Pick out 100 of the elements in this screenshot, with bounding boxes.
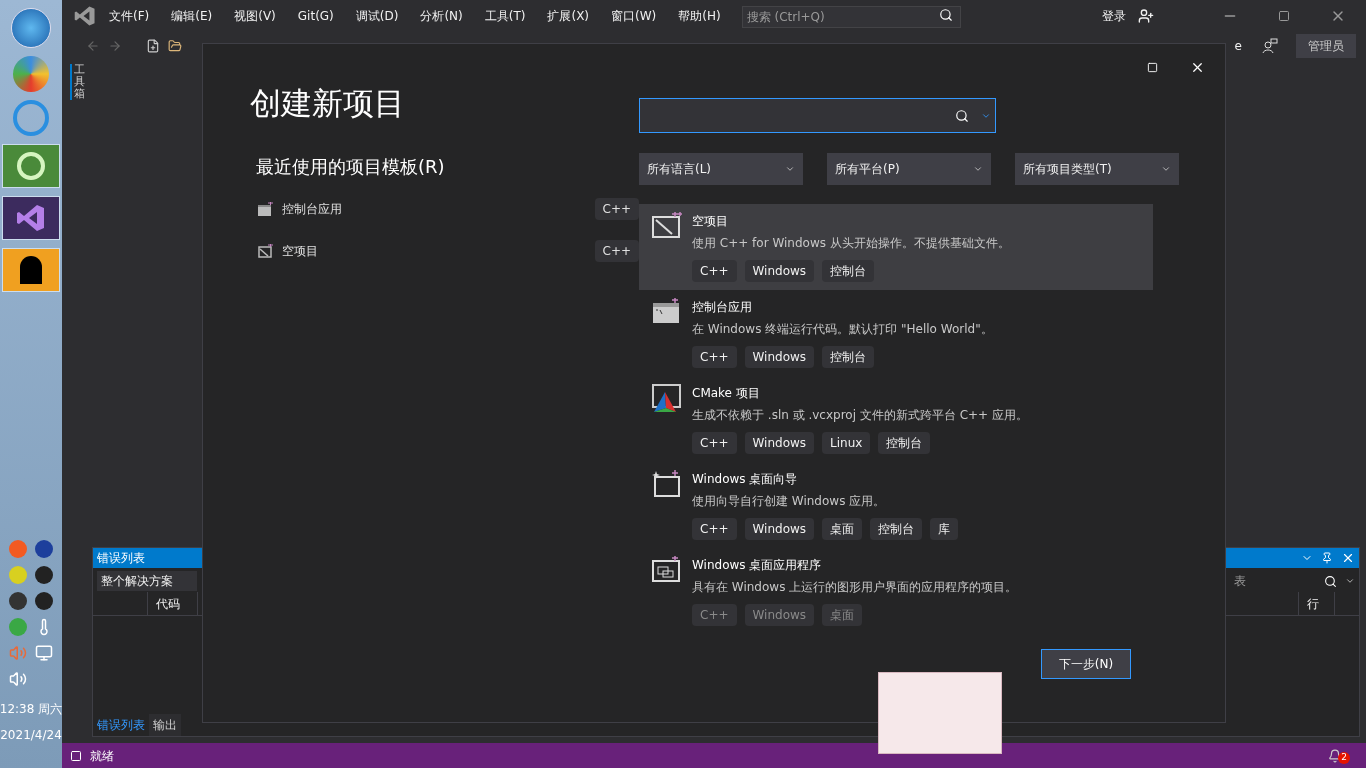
column-header[interactable]: 行: [1298, 592, 1334, 615]
search-icon[interactable]: [1324, 574, 1337, 588]
template-tag: Windows: [744, 518, 815, 540]
recent-template-item[interactable]: 控制台应用 C++: [258, 197, 639, 220]
search-icon: [955, 108, 969, 123]
dropdown-caret-icon: [973, 164, 983, 174]
template-item[interactable]: Windows 桌面向导 使用向导自行创建 Windows 应用。 C++ Windows 桌面 控制台 库: [639, 462, 1153, 548]
panel-tab[interactable]: 输出: [149, 714, 181, 736]
recent-template-item[interactable]: 空项目 C++: [258, 239, 639, 262]
menu-item[interactable]: 文件(F): [100, 7, 159, 25]
template-tag: 控制台: [822, 346, 875, 368]
scope-dropdown[interactable]: 整个解决方案: [97, 571, 197, 591]
template-name: 控制台应用: [282, 200, 343, 218]
network-monitor-icon[interactable]: [35, 644, 53, 662]
template-tag: 桌面: [822, 604, 863, 626]
penguin-app-button[interactable]: [2, 248, 60, 292]
menu-item[interactable]: 工具(T): [475, 7, 535, 25]
empty-project-icon: [652, 212, 682, 238]
forward-arrow-icon[interactable]: [108, 39, 122, 53]
dropdown-caret-icon: [1161, 164, 1171, 174]
visual-studio-app-button[interactable]: [2, 196, 60, 240]
console-window-icon: [652, 298, 682, 324]
menu-item[interactable]: 视图(V): [225, 7, 285, 25]
console-window-icon: [258, 201, 274, 216]
template-item[interactable]: Windows 桌面应用程序 具有在 Windows 上运行的图形用户界面的应用程序的项目。 C++ Windows 桌面: [639, 548, 1153, 634]
template-tag: C++: [692, 432, 737, 454]
maximize-icon[interactable]: [1147, 61, 1158, 73]
template-name: 控制台应用: [692, 299, 753, 316]
template-tag: 桌面: [822, 518, 863, 540]
sign-in-link[interactable]: 登录: [1102, 7, 1126, 25]
filter-dropdown[interactable]: 所有语言(L): [639, 153, 803, 185]
template-tag: Windows: [744, 346, 815, 368]
template-name: 空项目: [282, 242, 319, 260]
speaker-icon[interactable]: [9, 670, 27, 688]
search-field[interactable]: 搜索 (Ctrl+Q): [741, 6, 961, 28]
open-folder-icon[interactable]: [168, 39, 182, 53]
filter-dropdown[interactable]: 所有平台(P): [827, 153, 991, 185]
template-item[interactable]: 控制台应用 在 Windows 终端运行代码。默认打印 "Hello World"。 C++ Windows 控制台: [639, 290, 1153, 376]
feedback-person-icon[interactable]: [1262, 38, 1278, 54]
template-tag: Windows: [744, 260, 815, 282]
visual-studio-logo-icon: [74, 5, 96, 27]
start-orb-icon[interactable]: [11, 8, 51, 48]
template-tag: C++: [692, 518, 737, 540]
visual-studio-logo-icon: [16, 203, 46, 233]
template-tag: 控制台: [878, 432, 931, 454]
template-tag: 库: [930, 518, 959, 540]
status-icon: [70, 749, 82, 762]
clock-date: 2021/4/24: [0, 727, 62, 744]
template-name: Windows 桌面向导: [692, 471, 799, 488]
dropdown-caret-icon[interactable]: [1345, 576, 1355, 586]
template-tag: Windows: [744, 432, 815, 454]
e-app-button[interactable]: [2, 144, 60, 188]
template-tag: 控制台: [870, 518, 923, 540]
status-text: 就绪: [90, 747, 114, 765]
template-name: 空项目: [692, 213, 729, 230]
desktop-window-icon: [652, 556, 682, 582]
next-button[interactable]: 下一步(N): [1041, 649, 1131, 679]
search-field-text[interactable]: 表: [1234, 572, 1246, 590]
template-tag: C++: [692, 346, 737, 368]
language-tag: C++: [594, 239, 639, 262]
admin-badge[interactable]: 管理员: [1296, 34, 1356, 58]
menu-item[interactable]: 帮助(H): [669, 7, 730, 25]
template-tag: Linux: [822, 432, 871, 454]
template-search-field[interactable]: [639, 98, 996, 133]
wizard-window-icon: [652, 470, 682, 498]
template-tag: C++: [692, 260, 737, 282]
notification-bell-icon[interactable]: [1328, 748, 1342, 763]
filter-dropdown[interactable]: 所有项目类型(T): [1015, 153, 1179, 185]
template-name: Windows 桌面应用程序: [692, 557, 823, 574]
menu-item[interactable]: 窗口(W): [602, 7, 666, 25]
pin-icon[interactable]: [1321, 552, 1333, 564]
template-description: 在 Windows 终端运行代码。默认打印 "Hello World"。: [692, 321, 993, 338]
template-description: 生成不依赖于 .sln 或 .vcxproj 文件的新式跨平台 C++ 应用。: [692, 407, 1028, 424]
menu-item[interactable]: 调试(D): [346, 7, 408, 25]
recent-heading: 最近使用的项目模板(R): [256, 154, 446, 179]
new-file-icon[interactable]: [146, 39, 160, 53]
menu-item[interactable]: 分析(N): [411, 7, 472, 25]
search-icon: [938, 8, 953, 22]
dropdown-caret-icon: [785, 164, 795, 174]
column-header[interactable]: 代码: [148, 592, 198, 615]
notification-count: 2: [1338, 751, 1350, 764]
panel-title: 错误列表: [97, 550, 145, 567]
template-name: CMake 项目: [692, 385, 761, 402]
cmake-triangle-icon: [652, 384, 682, 414]
clock-time: 12:38 周六: [0, 701, 63, 718]
colored-circles-icon[interactable]: [13, 56, 49, 92]
template-tag: C++: [692, 604, 737, 626]
template-description: 使用 C++ for Windows 从头开始操作。不提供基础文件。: [692, 235, 1010, 252]
template-item[interactable]: CMake 项目 生成不依赖于 .sln 或 .vcxproj 文件的新式跨平台 C++ 应用。 C++ Windows Linux 控制台: [639, 376, 1153, 462]
add-user-icon[interactable]: [1138, 8, 1154, 24]
menu-item[interactable]: 扩展(X): [538, 7, 599, 25]
toolbar-label[interactable]: e: [1234, 37, 1242, 55]
template-description: 使用向导自行创建 Windows 应用。: [692, 493, 887, 510]
template-description: 具有在 Windows 上运行的图形用户界面的应用程序的项目。: [692, 579, 1018, 596]
template-item[interactable]: 空项目 使用 C++ for Windows 从头开始操作。不提供基础文件。 C++ Windows 控制台: [639, 204, 1153, 290]
template-tag: 控制台: [822, 260, 875, 282]
menu-item[interactable]: 编辑(E): [162, 7, 222, 25]
empty-project-icon: [258, 243, 274, 258]
restore-icon[interactable]: [1278, 10, 1290, 22]
menu-item[interactable]: Git(G): [288, 7, 343, 25]
